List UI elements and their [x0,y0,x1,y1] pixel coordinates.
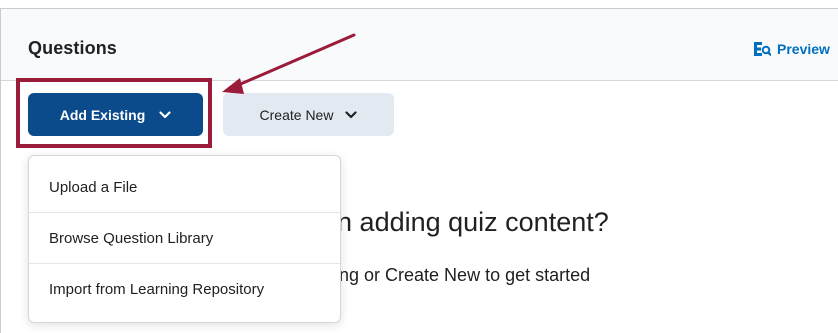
add-existing-dropdown-menu: Upload a File Browse Question Library Im… [28,155,341,323]
menu-item-browse-question-library[interactable]: Browse Question Library [29,212,340,263]
menu-item-import-learning-repository[interactable]: Import from Learning Repository [29,263,340,314]
questions-header: Questions Preview [1,9,838,81]
empty-state-heading: egin adding quiz content? [301,207,609,237]
chevron-down-icon [345,110,358,118]
create-new-label: Create New [259,106,334,123]
preview-button[interactable]: Preview [753,40,830,58]
create-new-button[interactable]: Create New [223,93,394,136]
preview-label: Preview [777,41,830,57]
empty-state-subtext: sting or Create New to get started [321,265,591,285]
annotation-highlight-box [16,78,212,148]
menu-item-upload-file[interactable]: Upload a File [29,163,340,212]
preview-icon [754,42,771,56]
page-title: Questions [28,38,117,58]
